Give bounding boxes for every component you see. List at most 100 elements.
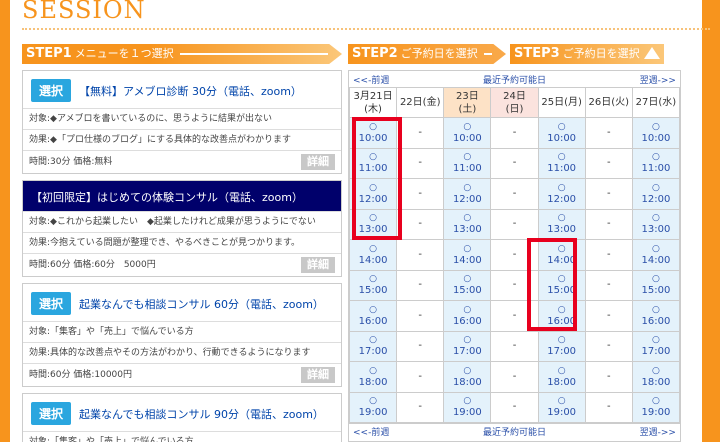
time-slot-available[interactable]: ○ 13:00 <box>443 208 492 240</box>
time-slot-unavailable: - <box>396 239 445 271</box>
available-circle-icon: ○ <box>369 304 377 315</box>
step3-label: ご予約日を選択 <box>562 47 640 60</box>
available-circle-icon: ○ <box>651 182 660 193</box>
time-slot-available[interactable]: ○ 13:00 <box>537 208 586 240</box>
time-slot-available[interactable]: ○ 17:00 <box>349 330 398 362</box>
menu-item-title[interactable]: 起業なんでも相談コンサル 60分（電話、zoom） <box>79 296 324 312</box>
available-circle-icon: ○ <box>463 243 472 254</box>
menu-item-header: 選択 起業なんでも相談コンサル 90分（電話、zoom） <box>23 394 341 431</box>
time-row: ○ 16:00- ○ 16:00- ○ 16:00- ○ 16:00 <box>349 300 680 332</box>
menu-item-effect: 効果:具体的な改善点やその方法がわかり、行動できるようになります <box>23 342 341 363</box>
time-slot-available[interactable]: ○ 11:00 <box>443 147 492 179</box>
time-slot-label: 15:00 <box>452 285 482 297</box>
time-slot-available[interactable]: ○ 19:00 <box>631 391 680 423</box>
time-slot-available[interactable]: ○ 12:00 <box>631 178 680 210</box>
menu-item-header: 選択 起業なんでも相談コンサル 60分（電話、zoom） <box>23 284 341 321</box>
time-slot-available[interactable]: ○ 18:00 <box>631 361 680 393</box>
time-slot-available[interactable]: ○ 10:00 <box>443 117 492 149</box>
next-week-link[interactable]: 翌週->> <box>640 73 676 86</box>
time-slot-available[interactable]: ○ 19:00 <box>443 391 492 423</box>
nearest-available-link[interactable]: 最近予約可能日 <box>483 425 546 438</box>
menu-list: 選択 【無料】アメブロ診断 30分（電話、zoom） 対象:◆アメブロを書いてい… <box>22 70 342 442</box>
menu-item-footer: 時間:30分 価格:無料 詳細 <box>23 150 341 173</box>
time-slot-available[interactable]: ○ 11:00 <box>537 147 586 179</box>
highlight-box-25th <box>527 238 577 331</box>
detail-button[interactable]: 詳細 <box>301 367 335 383</box>
time-slot-unavailable: - <box>584 147 633 179</box>
time-slot-unavailable: - <box>396 300 445 332</box>
select-button[interactable]: 選択 <box>31 79 72 102</box>
time-slot-label: 12:00 <box>547 193 577 205</box>
calendar-nav-bottom: <<-前週 最近予約可能日 翌週->> <box>349 423 680 439</box>
highlight-box-21st <box>352 117 402 240</box>
time-slot-unavailable: - <box>584 330 633 362</box>
available-circle-icon: ○ <box>463 274 472 285</box>
time-row: ○ 14:00- ○ 14:00- ○ 14:00- ○ 14:00 <box>349 239 680 271</box>
time-slot-available[interactable]: ○ 16:00 <box>631 300 680 332</box>
time-slot-available[interactable]: ○ 13:00 <box>631 208 680 240</box>
menu-item-title[interactable]: 【初回限定】はじめての体験コンサル（電話、zoom） <box>31 189 303 205</box>
time-slot-available[interactable]: ○ 10:00 <box>537 117 586 149</box>
time-slot-available[interactable]: ○ 15:00 <box>631 269 680 301</box>
available-circle-icon: ○ <box>651 396 660 407</box>
time-slot-available[interactable]: ○ 18:00 <box>349 361 398 393</box>
prev-week-link[interactable]: <<-前週 <box>353 73 389 86</box>
step3-number: STEP3 <box>514 46 560 61</box>
menu-item-target: 対象:◆これから起業したい ◆起業したけれど成果が思うようにでない <box>23 211 341 232</box>
menu-item-time-price: 時間:60分 価格:10000円 <box>29 370 133 380</box>
next-week-link[interactable]: 翌週->> <box>640 425 676 438</box>
step1-arrow-icon <box>179 53 328 55</box>
time-slot-label: 19:00 <box>452 407 482 419</box>
time-slot-available[interactable]: ○ 11:00 <box>631 147 680 179</box>
time-slot-available[interactable]: ○ 14:00 <box>631 239 680 271</box>
time-slot-available[interactable]: ○ 18:00 <box>537 361 586 393</box>
time-slot-available[interactable]: ○ 14:00 <box>349 239 398 271</box>
nearest-available-link[interactable]: 最近予約可能日 <box>483 73 546 86</box>
time-slot-available[interactable]: ○ 12:00 <box>443 178 492 210</box>
time-slot-available[interactable]: ○ 17:00 <box>537 330 586 362</box>
day-header: 26日(火) <box>584 87 633 118</box>
select-button[interactable]: 選択 <box>31 292 72 315</box>
time-slot-label: 12:00 <box>452 193 482 205</box>
time-slot-available[interactable]: ○ 15:00 <box>349 269 398 301</box>
available-circle-icon: ○ <box>463 152 472 163</box>
time-slot-available[interactable]: ○ 17:00 <box>443 330 492 362</box>
time-slot-unavailable: - <box>396 330 445 362</box>
time-slot-available[interactable]: ○ 19:00 <box>537 391 586 423</box>
day-header: 3月21日 (木) <box>349 87 398 118</box>
time-slot-available[interactable]: ○ 15:00 <box>443 269 492 301</box>
available-circle-icon: ○ <box>369 396 377 407</box>
detail-button[interactable]: 詳細 <box>301 154 335 170</box>
time-slot-available[interactable]: ○ 14:00 <box>443 239 492 271</box>
available-circle-icon: ○ <box>463 396 472 407</box>
title-divider <box>22 28 710 30</box>
time-slot-available[interactable]: ○ 19:00 <box>349 391 398 423</box>
time-slot-available[interactable]: ○ 12:00 <box>537 178 586 210</box>
menu-item-header[interactable]: 【初回限定】はじめての体験コンサル（電話、zoom） <box>23 181 341 211</box>
time-slot-unavailable: - <box>396 178 445 210</box>
time-slot-available[interactable]: ○ 17:00 <box>631 330 680 362</box>
time-slot-unavailable: - <box>396 391 445 423</box>
time-slot-available[interactable]: ○ 10:00 <box>631 117 680 149</box>
available-circle-icon: ○ <box>651 274 660 285</box>
time-slot-available[interactable]: ○ 16:00 <box>349 300 398 332</box>
detail-button[interactable]: 詳細 <box>301 257 335 273</box>
time-slot-available[interactable]: ○ 18:00 <box>443 361 492 393</box>
prev-week-link[interactable]: <<-前週 <box>353 425 389 438</box>
menu-item-consult-90: 選択 起業なんでも相談コンサル 90分（電話、zoom） 対象:「集客」や「売上… <box>22 393 342 442</box>
menu-item-time-price: 時間:30分 価格:無料 <box>29 157 113 167</box>
time-slot-label: 15:00 <box>358 285 388 297</box>
time-slot-available[interactable]: ○ 16:00 <box>443 300 492 332</box>
available-circle-icon: ○ <box>369 274 377 285</box>
time-slot-label: 19:00 <box>547 407 577 419</box>
menu-item-title[interactable]: 起業なんでも相談コンサル 90分（電話、zoom） <box>79 406 324 422</box>
day-header: 23日 (土) <box>443 87 492 118</box>
time-slot-unavailable: - <box>490 208 539 240</box>
menu-item-consult-60: 選択 起業なんでも相談コンサル 60分（電話、zoom） 対象:「集客」や「売上… <box>22 283 342 387</box>
menu-item-title[interactable]: 【無料】アメブロ診断 30分（電話、zoom） <box>79 83 302 99</box>
time-slot-label: 19:00 <box>641 407 671 419</box>
time-slot-unavailable: - <box>584 239 633 271</box>
select-button[interactable]: 選択 <box>31 402 72 425</box>
time-slot-unavailable: - <box>490 147 539 179</box>
time-slot-unavailable: - <box>584 269 633 301</box>
